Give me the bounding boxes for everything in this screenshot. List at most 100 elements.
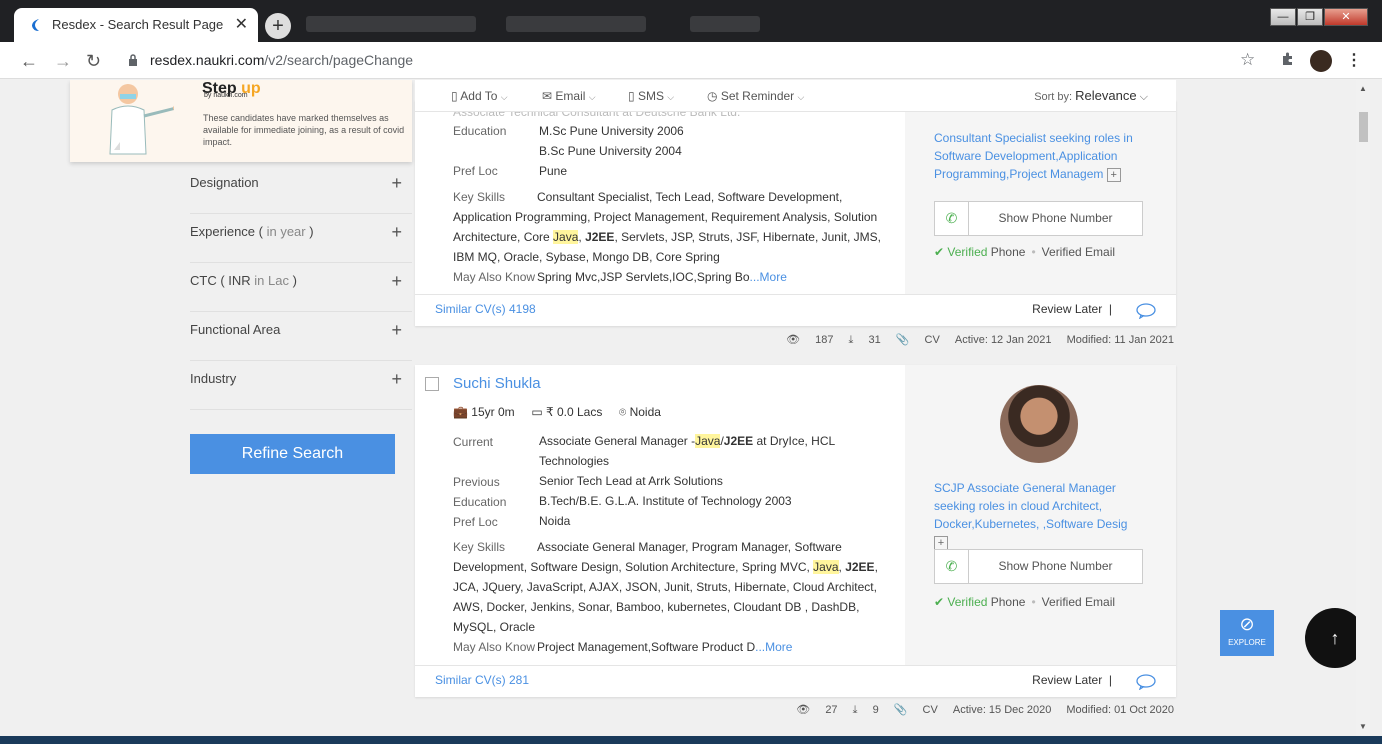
active-date: Active: 15 Dec 2020 bbox=[952, 704, 1052, 716]
candidate-headline[interactable]: Consultant Specialist seeking roles in S… bbox=[934, 129, 1144, 183]
may-also-know: May Also Know Spring Mvc,JSP Servlets,IOC… bbox=[453, 270, 787, 284]
candidate-headline[interactable]: SCJP Associate General Manager seeking r… bbox=[934, 479, 1144, 551]
show-phone-button[interactable]: ✆ Show Phone Number bbox=[934, 201, 1143, 236]
url-path: /v2/search/pageChange bbox=[264, 52, 414, 68]
similar-cvs-link[interactable]: Similar CV(s) 4198 bbox=[435, 302, 536, 316]
promo-text: These candidates have marked themselves … bbox=[203, 113, 405, 147]
background-tab[interactable] bbox=[506, 16, 646, 32]
may-also-know: May Also Know Project Management,Software… bbox=[453, 640, 793, 654]
browser-menu-icon[interactable]: ⋮ bbox=[1346, 50, 1362, 70]
address-bar: ← → ↻ resdex.naukri.com/v2/search/pageCh… bbox=[0, 42, 1382, 79]
expand-plus-icon: + bbox=[934, 536, 948, 550]
education-value: M.Sc Pune University 2006 B.Sc Pune Unive… bbox=[539, 124, 684, 158]
candidate-side: SCJP Associate General Manager seeking r… bbox=[905, 365, 1176, 665]
filter-ctc[interactable]: CTC ( INR in Lac ) + bbox=[190, 263, 412, 312]
back-icon[interactable]: ← bbox=[20, 51, 38, 72]
set-reminder-button[interactable]: ◷ Set Reminder ⌵ bbox=[707, 89, 804, 103]
filter-experience[interactable]: Experience ( in year ) + bbox=[190, 214, 412, 263]
briefcase-icon: 💼 bbox=[453, 405, 468, 419]
expand-plus-icon[interactable]: + bbox=[391, 369, 402, 390]
forward-icon[interactable]: → bbox=[54, 51, 72, 72]
browser-tab-active[interactable]: Resdex - Search Result Page ✕ bbox=[14, 8, 258, 42]
extensions-icon[interactable] bbox=[1280, 51, 1296, 67]
more-link[interactable]: ...More bbox=[755, 640, 792, 654]
expand-plus-icon[interactable]: + bbox=[391, 222, 402, 243]
add-to-button[interactable]: ▯ Add To ⌵ bbox=[451, 89, 508, 103]
verified-contacts: ✔ Verified Phone • Verified Email bbox=[934, 245, 1116, 259]
stepup-sub: by naukri.com bbox=[204, 92, 248, 99]
current-label: Current bbox=[453, 435, 494, 449]
profile-avatar[interactable] bbox=[1310, 50, 1332, 72]
modified-date: Modified: 11 Jan 2021 bbox=[1066, 334, 1174, 346]
phone-icon: ✆ bbox=[935, 550, 969, 583]
modified-date: Modified: 01 Oct 2020 bbox=[1066, 704, 1174, 716]
filter-designation[interactable]: Designation + bbox=[190, 165, 412, 214]
candidate-photo bbox=[1000, 385, 1078, 463]
scroll-up-icon[interactable]: ▲ bbox=[1359, 84, 1367, 93]
sort-by-dropdown[interactable]: Sort by: Relevance ⌵ bbox=[1034, 88, 1148, 104]
cv-label[interactable]: CV bbox=[925, 334, 940, 346]
candidate-card-1: Associate Technical Consultant at Deutsc… bbox=[415, 100, 1176, 326]
lock-icon bbox=[129, 54, 137, 66]
close-window-button[interactable]: ✕ bbox=[1324, 8, 1368, 26]
filter-label: Industry bbox=[190, 371, 237, 386]
expand-plus-icon[interactable]: + bbox=[391, 320, 402, 341]
explore-button[interactable]: ⊘ EXPLORE bbox=[1220, 610, 1274, 656]
expand-plus-icon[interactable]: + bbox=[391, 173, 402, 194]
location-pin-icon: ⌾ bbox=[619, 405, 627, 419]
url-host: resdex.naukri.com bbox=[150, 52, 265, 68]
expand-plus-icon[interactable]: + bbox=[391, 271, 402, 292]
review-later-link[interactable]: Review Later | bbox=[1032, 302, 1112, 316]
background-tab[interactable] bbox=[690, 16, 760, 32]
url-field[interactable]: resdex.naukri.com/v2/search/pageChange bbox=[150, 52, 413, 68]
bookmark-star-icon[interactable]: ☆ bbox=[1240, 50, 1255, 70]
phone-icon: ✆ bbox=[935, 202, 969, 235]
candidate-details: Associate Technical Consultant at Deutsc… bbox=[415, 100, 905, 294]
review-later-link[interactable]: Review Later | bbox=[1032, 673, 1112, 687]
refine-search-button[interactable]: Refine Search bbox=[190, 434, 395, 474]
new-tab-button[interactable]: + bbox=[265, 13, 291, 39]
download-count: 31 bbox=[868, 334, 881, 346]
browser-tabbar: Resdex - Search Result Page ✕ + — ❐ ✕ bbox=[0, 0, 1382, 42]
similar-cvs-link[interactable]: Similar CV(s) 281 bbox=[435, 673, 529, 687]
candidate-details: Suchi Shukla 💼 15yr 0m ▭ ₹ 0.0 Lacs ⌾ No… bbox=[415, 365, 905, 665]
attachment-icon: 📎 bbox=[893, 704, 908, 716]
card-footer: Similar CV(s) 281 Review Later | bbox=[415, 665, 1176, 697]
views-icon: 👁 bbox=[786, 334, 801, 346]
doctor-illustration-icon bbox=[109, 84, 174, 155]
more-link[interactable]: ...More bbox=[750, 270, 787, 284]
maximize-button[interactable]: ❐ bbox=[1297, 8, 1323, 26]
page-scrollbar[interactable]: ▲ ▼ bbox=[1356, 80, 1370, 736]
filter-label: Experience ( in year ) bbox=[190, 224, 314, 239]
cv-label[interactable]: CV bbox=[923, 704, 938, 716]
stepup-promo-card[interactable]: Step up by naukri.com These candidates h… bbox=[70, 80, 412, 162]
sms-button[interactable]: ▯ SMS ⌵ bbox=[628, 89, 674, 103]
expand-plus-icon: + bbox=[1106, 168, 1121, 182]
filter-functional-area[interactable]: Functional Area + bbox=[190, 312, 412, 361]
verified-contacts: ✔ Verified Phone • Verified Email bbox=[934, 595, 1116, 609]
results-toolbar: ▯ Add To ⌵ ✉ Email ⌵ ▯ SMS ⌵ ◷ Set Remin… bbox=[415, 80, 1176, 112]
filter-industry[interactable]: Industry + bbox=[190, 361, 412, 410]
download-count: 9 bbox=[872, 704, 879, 716]
minimize-button[interactable]: — bbox=[1270, 8, 1296, 26]
show-phone-button[interactable]: ✆ Show Phone Number bbox=[934, 549, 1143, 584]
email-button[interactable]: ✉ Email ⌵ bbox=[542, 89, 596, 103]
scroll-thumb[interactable] bbox=[1359, 112, 1368, 142]
naukri-favicon-icon bbox=[32, 19, 39, 31]
tab-close-icon[interactable]: ✕ bbox=[235, 14, 248, 34]
background-tab[interactable] bbox=[306, 16, 476, 32]
views-count: 27 bbox=[825, 704, 838, 716]
education-label: Education bbox=[453, 124, 507, 138]
os-taskbar bbox=[0, 736, 1382, 744]
download-icon: ⤓ bbox=[848, 334, 854, 346]
compass-icon: ⊘ bbox=[1239, 614, 1255, 634]
chat-icon[interactable] bbox=[1136, 303, 1156, 319]
chat-icon[interactable] bbox=[1136, 674, 1156, 690]
candidate-name[interactable]: Suchi Shukla bbox=[453, 375, 541, 392]
scroll-down-icon[interactable]: ▼ bbox=[1359, 722, 1367, 731]
key-skills: Key Skills Associate General Manager, Pro… bbox=[453, 540, 878, 634]
current-value: Associate General Manager -Java/J2EE at … bbox=[539, 434, 835, 468]
select-candidate-checkbox[interactable] bbox=[425, 377, 439, 391]
candidate-stats: 👁 187 ⤓ 31 📎 CV Active: 12 Jan 2021 Modi… bbox=[774, 333, 1174, 347]
reload-icon[interactable]: ↻ bbox=[86, 51, 101, 72]
